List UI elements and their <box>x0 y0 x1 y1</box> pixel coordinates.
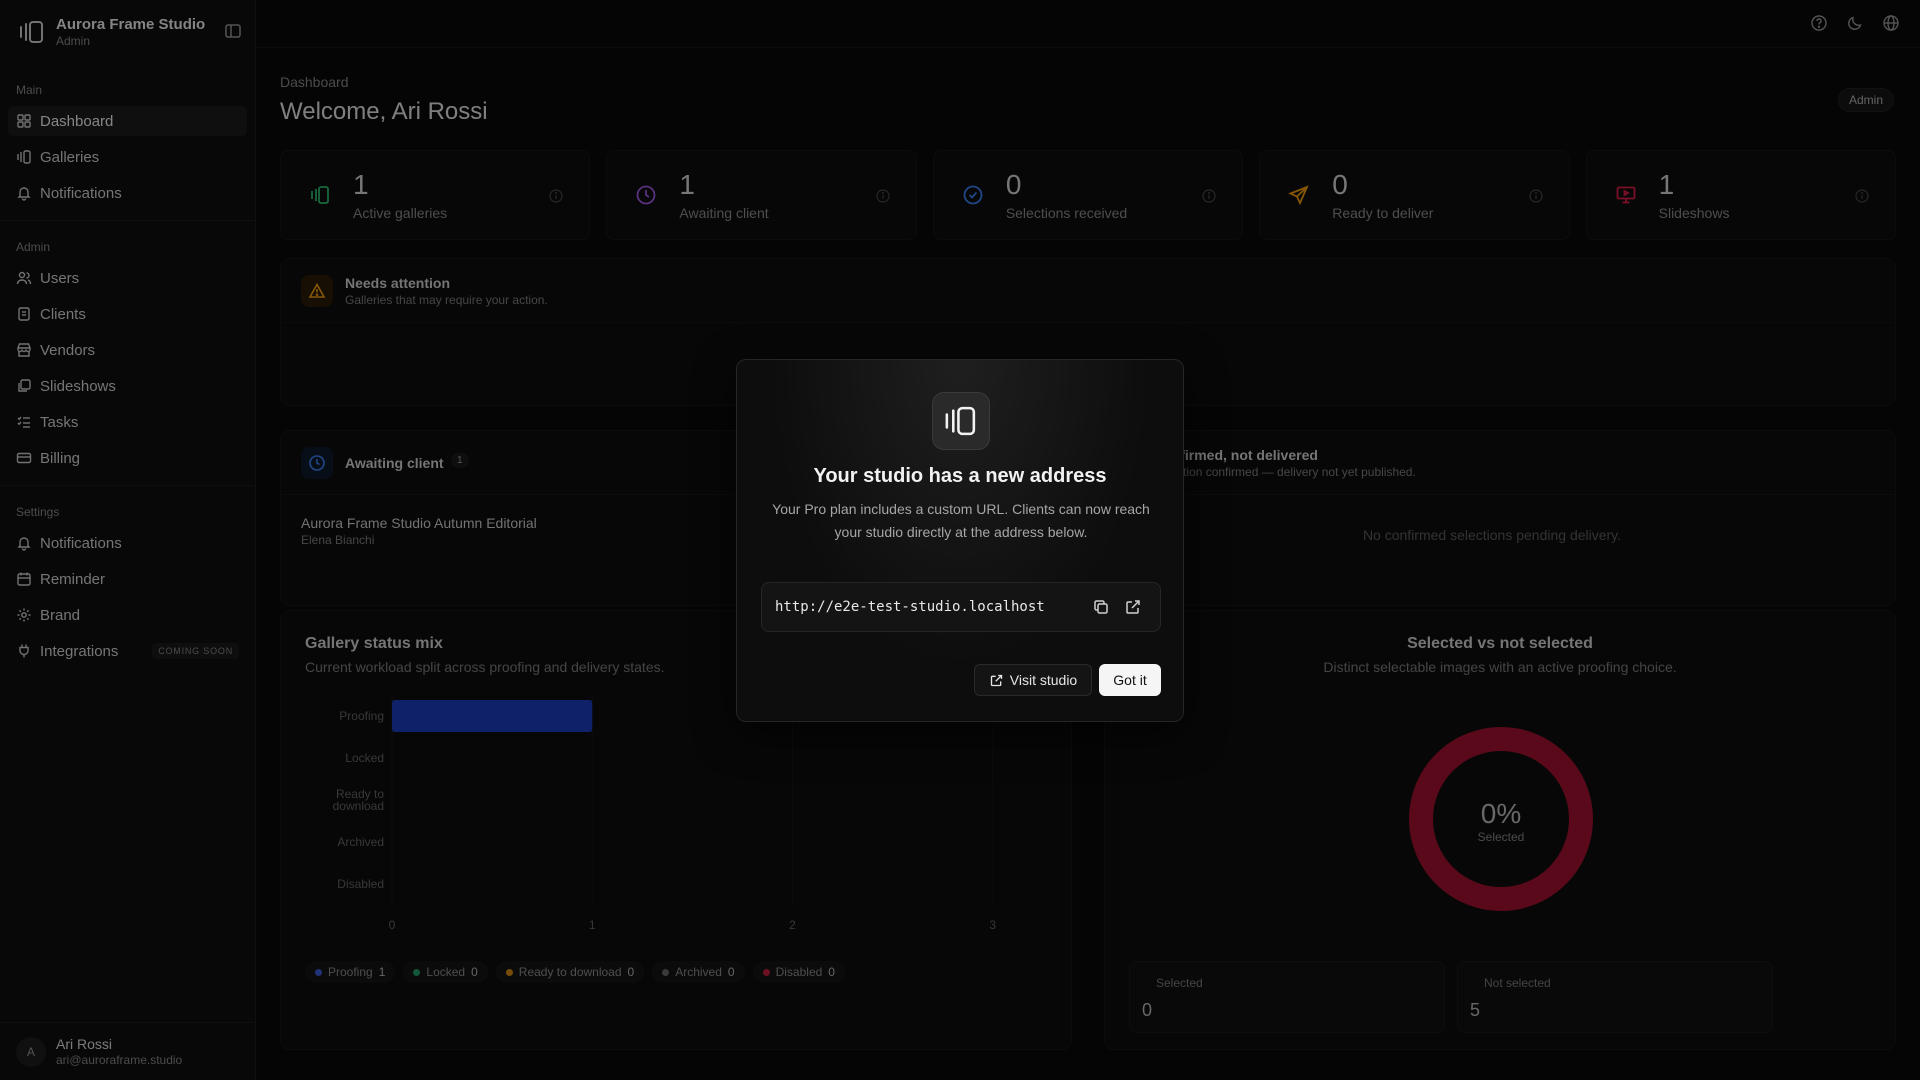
dialog-title: Your studio has a new address <box>813 465 1107 487</box>
dialog-body: Your Pro plan includes a custom URL. Cli… <box>772 501 1150 540</box>
got-it-button[interactable]: Got it <box>1099 664 1161 696</box>
studio-url[interactable]: http://e2e-test-studio.localhost <box>775 599 1045 615</box>
new-address-dialog: Your studio has a new address Your Pro p… <box>736 359 1184 722</box>
studio-url-field: http://e2e-test-studio.localhost <box>761 582 1161 632</box>
visit-studio-button[interactable]: Visit studio <box>974 664 1092 696</box>
studio-logo-icon <box>932 392 990 450</box>
copy-icon[interactable] <box>1092 598 1110 616</box>
external-link-icon <box>990 674 1002 686</box>
button-label: Visit studio <box>1009 672 1078 688</box>
external-link-icon[interactable] <box>1124 598 1142 616</box>
